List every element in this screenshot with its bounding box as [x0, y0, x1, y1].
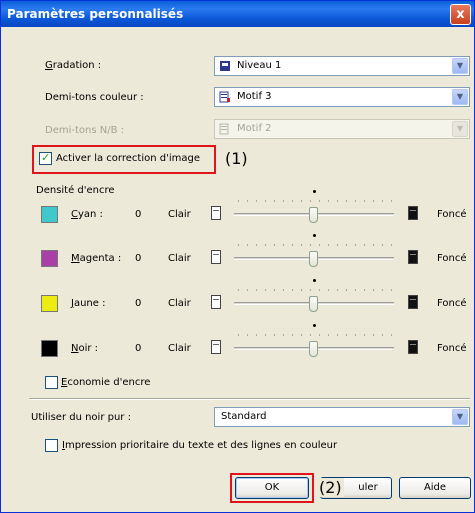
priority-print-label: Impression prioritaire du texte et des l… [62, 440, 338, 451]
black-value: 0 [135, 343, 142, 354]
black-swatch [41, 340, 58, 357]
magenta-light-label: Clair [168, 253, 191, 264]
cyan-default-mark [313, 190, 316, 193]
ok-button[interactable]: OK [235, 477, 309, 499]
ink-saving-label: Economie d'encre [61, 377, 151, 388]
custom-settings-dialog: Paramètres personnalisés x Gradation : N… [0, 0, 475, 513]
close-button[interactable]: x [450, 4, 471, 25]
halftone-bw-label: Demi-tons N/B : [45, 125, 125, 136]
pure-black-select[interactable]: Standard ▼ [214, 407, 470, 427]
chevron-down-icon[interactable]: ▼ [452, 409, 468, 425]
magenta-default-mark [313, 234, 316, 237]
dialog-title: Paramètres personnalisés [7, 7, 184, 21]
black-light-label: Clair [168, 343, 191, 354]
dark-level-icon [408, 295, 418, 309]
yellow-default-mark [313, 279, 316, 282]
magenta-value: 0 [135, 253, 142, 264]
magenta-swatch [41, 250, 58, 267]
title-bar: Paramètres personnalisés x [1, 1, 474, 27]
dark-level-icon [408, 250, 418, 264]
halftone-color-label: Demi-tons couleur : [45, 92, 144, 103]
gradation-select[interactable]: Niveau 1 ▼ [214, 56, 470, 76]
black-slider-ticks [234, 334, 396, 336]
yellow-slider-ticks [234, 289, 396, 291]
help-button-label: Aide [423, 482, 447, 493]
pattern-icon [219, 91, 230, 103]
yellow-light-label: Clair [168, 298, 191, 309]
gradation-label: Gradation : [45, 60, 102, 71]
pattern-icon [219, 123, 229, 135]
cyan-label: Cyan : [71, 209, 103, 220]
black-dark-label: Foncé [437, 343, 467, 354]
black-default-mark [313, 324, 316, 327]
help-button[interactable]: Aide [399, 477, 471, 499]
magenta-label: Magenta : [71, 253, 122, 264]
ink-saving-checkbox[interactable] [45, 376, 58, 389]
black-slider-thumb[interactable] [309, 341, 318, 357]
halftone-color-select[interactable]: Motif 3 ▼ [214, 87, 470, 107]
ink-density-title: Densité d'encre [36, 185, 115, 196]
ok-button-label: OK [264, 482, 280, 493]
chevron-down-icon: ▼ [452, 121, 468, 137]
pure-black-value: Standard [221, 411, 267, 422]
light-level-icon [211, 250, 221, 264]
printer-level-icon [220, 61, 230, 71]
dark-level-icon [408, 206, 418, 220]
light-level-icon [211, 295, 221, 309]
yellow-label: Jaune : [71, 298, 106, 309]
cyan-light-label: Clair [168, 209, 191, 220]
halftone-color-value: Motif 3 [237, 91, 272, 102]
halftone-bw-value: Motif 2 [237, 123, 272, 134]
image-correction-label: Activer la correction d'image [56, 153, 200, 164]
dark-level-icon [408, 340, 418, 354]
yellow-slider-thumb[interactable] [309, 296, 318, 312]
yellow-swatch [41, 295, 58, 312]
cyan-slider-ticks [234, 200, 396, 202]
pure-black-label: Utiliser du noir pur : [31, 412, 131, 423]
halftone-bw-select: Motif 2 ▼ [214, 119, 470, 139]
magenta-slider-thumb[interactable] [309, 251, 318, 267]
checkmark-icon: ✓ [41, 151, 51, 164]
magenta-slider-ticks [234, 244, 396, 246]
black-label: Noir : [71, 343, 99, 354]
magenta-dark-label: Foncé [437, 253, 467, 264]
close-icon: x [456, 7, 465, 22]
cyan-slider-thumb[interactable] [309, 207, 318, 223]
cyan-dark-label: Foncé [437, 209, 467, 220]
annotation-label-2: (2) [317, 478, 344, 497]
gradation-value: Niveau 1 [237, 60, 282, 71]
chevron-down-icon[interactable]: ▼ [452, 58, 468, 74]
light-level-icon [211, 206, 221, 220]
cyan-swatch [41, 206, 58, 223]
annotation-label-1: (1) [225, 149, 248, 168]
yellow-dark-label: Foncé [437, 298, 467, 309]
cyan-value: 0 [135, 209, 142, 220]
priority-print-checkbox[interactable] [45, 439, 58, 452]
yellow-value: 0 [135, 298, 142, 309]
light-level-icon [211, 340, 221, 354]
image-correction-checkbox[interactable]: ✓ [39, 151, 52, 165]
chevron-down-icon[interactable]: ▼ [452, 89, 468, 105]
separator [29, 398, 470, 400]
